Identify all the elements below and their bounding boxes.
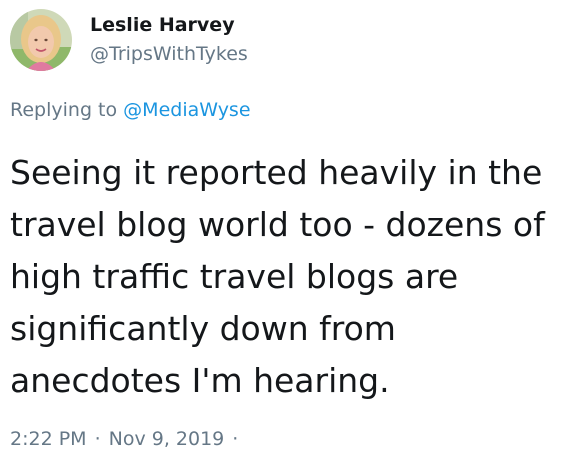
- author-names: Leslie Harvey @TripsWithTykes: [90, 13, 248, 67]
- replying-to-label: Replying to: [10, 99, 118, 121]
- profile-photo-icon: [10, 9, 72, 71]
- author-display-name[interactable]: Leslie Harvey: [90, 13, 248, 37]
- tweet-timestamp: 2:22 PM · Nov 9, 2019 ·: [10, 426, 246, 452]
- tweet-time[interactable]: 2:22 PM: [10, 428, 87, 450]
- author-handle[interactable]: @TripsWithTykes: [90, 41, 248, 67]
- replying-to: Replying to @MediaWyse: [10, 97, 251, 123]
- timestamp-separator: ·: [94, 428, 101, 450]
- timestamp-trailing-separator: ·: [232, 428, 239, 450]
- reply-mention-link[interactable]: @MediaWyse: [123, 99, 250, 121]
- avatar[interactable]: [10, 9, 72, 71]
- tweet-date[interactable]: Nov 9, 2019: [109, 428, 225, 450]
- tweet-header: Leslie Harvey @TripsWithTykes: [10, 4, 248, 76]
- tweet-card: Leslie Harvey @TripsWithTykes Replying t…: [0, 0, 581, 470]
- tweet-text: Seeing it reported heavily in the travel…: [10, 153, 545, 400]
